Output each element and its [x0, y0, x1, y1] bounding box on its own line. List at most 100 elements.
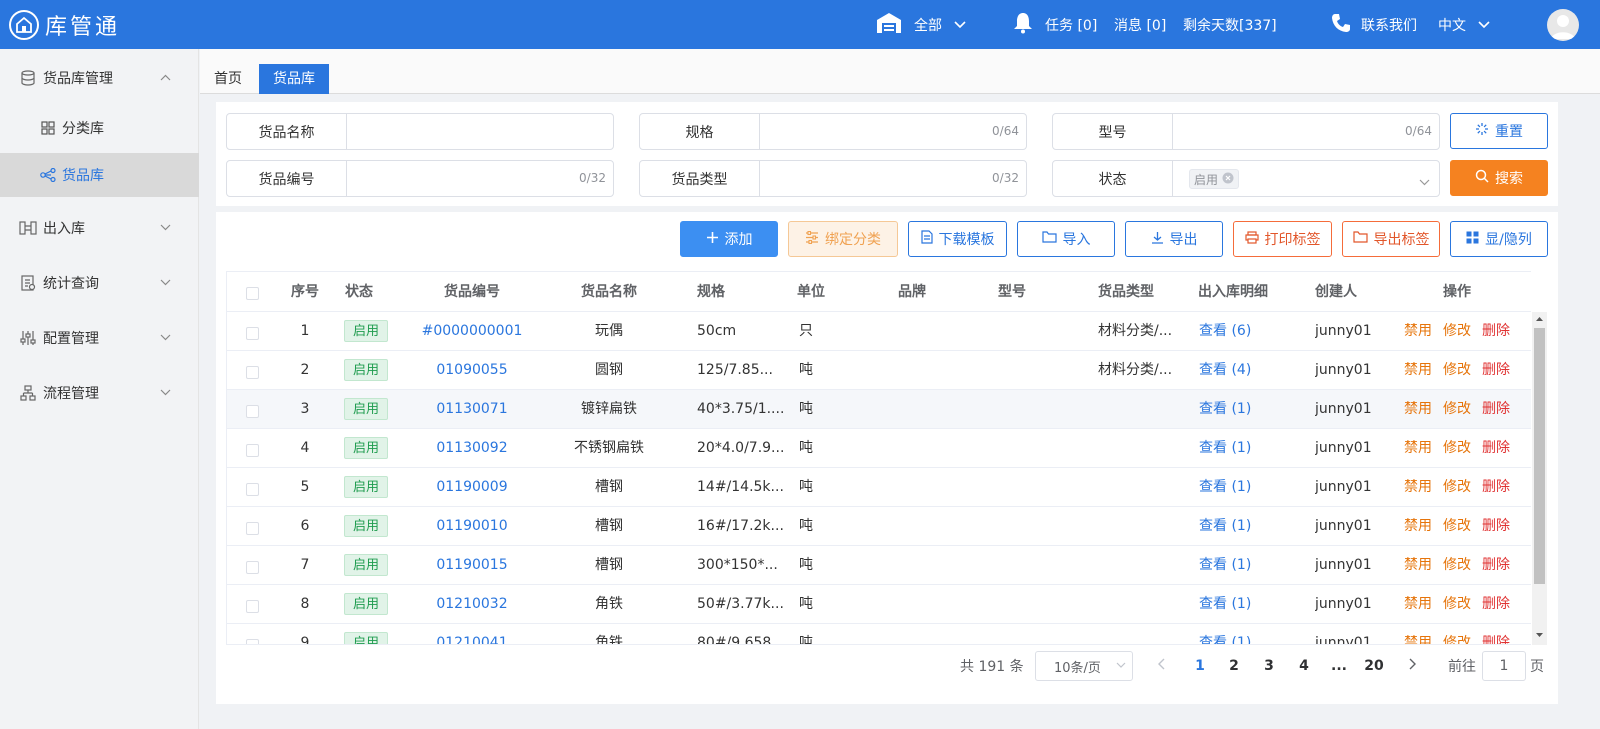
edit-button[interactable]: 修改	[1443, 507, 1471, 546]
inout-detail-link[interactable]: 查看 (1)	[1199, 390, 1251, 429]
contact-link[interactable]: 联系我们	[1331, 0, 1417, 49]
page-button[interactable]: 2	[1222, 652, 1246, 680]
row-checkbox[interactable]	[246, 405, 259, 418]
bind-category-button[interactable]: 绑定分类	[788, 221, 898, 257]
status-select[interactable]: 启用	[1173, 161, 1439, 196]
app-logo[interactable]: 库管通	[9, 9, 120, 41]
delete-button[interactable]: 删除	[1482, 507, 1510, 546]
page-button[interactable]: 3	[1257, 652, 1281, 680]
scrollbar-thumb[interactable]	[1534, 328, 1545, 584]
page-ellipsis[interactable]: ...	[1327, 652, 1351, 680]
disable-button[interactable]: 禁用	[1404, 507, 1432, 546]
inout-detail-link[interactable]: 查看 (1)	[1199, 585, 1251, 624]
delete-button[interactable]: 删除	[1482, 390, 1510, 429]
delete-button[interactable]: 删除	[1482, 429, 1510, 468]
goto-page-input[interactable]	[1482, 651, 1526, 681]
row-checkbox[interactable]	[246, 444, 259, 457]
row-checkbox[interactable]	[246, 561, 259, 574]
avatar[interactable]	[1547, 9, 1579, 41]
goods-name-input[interactable]	[347, 114, 613, 149]
page-button[interactable]: 1	[1188, 652, 1212, 680]
disable-button[interactable]: 禁用	[1404, 312, 1432, 351]
edit-button[interactable]: 修改	[1443, 390, 1471, 429]
delete-button[interactable]: 删除	[1482, 624, 1510, 644]
table-scrollbar[interactable]	[1532, 312, 1547, 645]
sidebar-item-category[interactable]: 分类库	[0, 106, 199, 150]
disable-button[interactable]: 禁用	[1404, 390, 1432, 429]
sidebar-item-goods[interactable]: 货品库	[0, 153, 199, 197]
inout-detail-link[interactable]: 查看 (1)	[1199, 468, 1251, 507]
inout-detail-link[interactable]: 查看 (4)	[1199, 351, 1251, 390]
disable-button[interactable]: 禁用	[1404, 429, 1432, 468]
inout-detail-link[interactable]: 查看 (1)	[1199, 624, 1251, 644]
delete-button[interactable]: 删除	[1482, 468, 1510, 507]
goods-code-link[interactable]: #0000000001	[417, 312, 527, 351]
download-template-button[interactable]: 下载模板	[908, 221, 1007, 257]
language-select[interactable]: 中文	[1438, 0, 1490, 49]
disable-button[interactable]: 禁用	[1404, 546, 1432, 585]
import-button[interactable]: 导入	[1017, 221, 1115, 257]
prev-page-button[interactable]	[1153, 652, 1171, 680]
toggle-columns-button[interactable]: 显/隐列	[1450, 221, 1548, 257]
row-checkbox[interactable]	[246, 639, 259, 644]
print-label-button[interactable]: 打印标签	[1233, 221, 1332, 257]
page-button[interactable]: 20	[1361, 652, 1387, 680]
inout-detail-link[interactable]: 查看 (1)	[1199, 429, 1251, 468]
goods-code-link[interactable]: 01130071	[417, 390, 527, 429]
spec-input[interactable]	[760, 114, 1026, 149]
edit-button[interactable]: 修改	[1443, 351, 1471, 390]
edit-button[interactable]: 修改	[1443, 585, 1471, 624]
sidebar-item-config[interactable]: 配置管理	[0, 313, 199, 363]
sidebar-item-flow[interactable]: 流程管理	[0, 368, 199, 418]
edit-button[interactable]: 修改	[1443, 624, 1471, 644]
inout-detail-link[interactable]: 查看 (1)	[1199, 507, 1251, 546]
goods-code-link[interactable]: 01210032	[417, 585, 527, 624]
delete-button[interactable]: 删除	[1482, 312, 1510, 351]
row-checkbox[interactable]	[246, 327, 259, 340]
row-checkbox[interactable]	[246, 522, 259, 535]
disable-button[interactable]: 禁用	[1404, 468, 1432, 507]
delete-button[interactable]: 删除	[1482, 351, 1510, 390]
page-button[interactable]: 4	[1292, 652, 1316, 680]
goods-type-input[interactable]	[760, 161, 1026, 196]
sidebar-item-inout[interactable]: 出入库	[0, 203, 199, 253]
row-checkbox[interactable]	[246, 366, 259, 379]
export-label-button[interactable]: 导出标签	[1342, 221, 1440, 257]
goods-code-link[interactable]: 01210041	[417, 624, 527, 644]
goods-code-link[interactable]: 01190009	[417, 468, 527, 507]
delete-button[interactable]: 删除	[1482, 546, 1510, 585]
delete-button[interactable]: 删除	[1482, 585, 1510, 624]
edit-button[interactable]: 修改	[1443, 546, 1471, 585]
edit-button[interactable]: 修改	[1443, 429, 1471, 468]
add-button[interactable]: 添加	[680, 221, 778, 257]
sidebar-item-stats[interactable]: 统计查询	[0, 258, 199, 308]
model-input[interactable]	[1173, 114, 1439, 149]
goods-code-input[interactable]	[347, 161, 613, 196]
warehouse-select[interactable]: 全部	[876, 0, 966, 49]
reset-button[interactable]: 重置	[1450, 113, 1548, 149]
disable-button[interactable]: 禁用	[1404, 585, 1432, 624]
export-button[interactable]: 导出	[1125, 221, 1223, 257]
messages-link[interactable]: 消息 [0]	[1114, 0, 1166, 49]
edit-button[interactable]: 修改	[1443, 468, 1471, 507]
close-icon[interactable]	[1222, 172, 1234, 187]
tab-goods[interactable]: 货品库	[259, 64, 329, 94]
page-size-select[interactable]: 10条/页	[1035, 651, 1133, 681]
select-all-checkbox[interactable]	[246, 287, 259, 300]
goods-code-link[interactable]: 01090055	[417, 351, 527, 390]
search-button[interactable]: 搜索	[1450, 160, 1548, 196]
goods-code-link[interactable]: 01190015	[417, 546, 527, 585]
goods-code-link[interactable]: 01190010	[417, 507, 527, 546]
tasks-link[interactable]: 任务 [0]	[1013, 0, 1097, 49]
disable-button[interactable]: 禁用	[1404, 624, 1432, 644]
inout-detail-link[interactable]: 查看 (6)	[1199, 312, 1251, 351]
sidebar-item-goods-lib[interactable]: 货品库管理	[0, 53, 199, 103]
row-checkbox[interactable]	[246, 483, 259, 496]
inout-detail-link[interactable]: 查看 (1)	[1199, 546, 1251, 585]
goods-code-link[interactable]: 01130092	[417, 429, 527, 468]
next-page-button[interactable]	[1403, 652, 1421, 680]
disable-button[interactable]: 禁用	[1404, 351, 1432, 390]
tab-home[interactable]: 首页	[200, 64, 256, 94]
edit-button[interactable]: 修改	[1443, 312, 1471, 351]
row-checkbox[interactable]	[246, 600, 259, 613]
